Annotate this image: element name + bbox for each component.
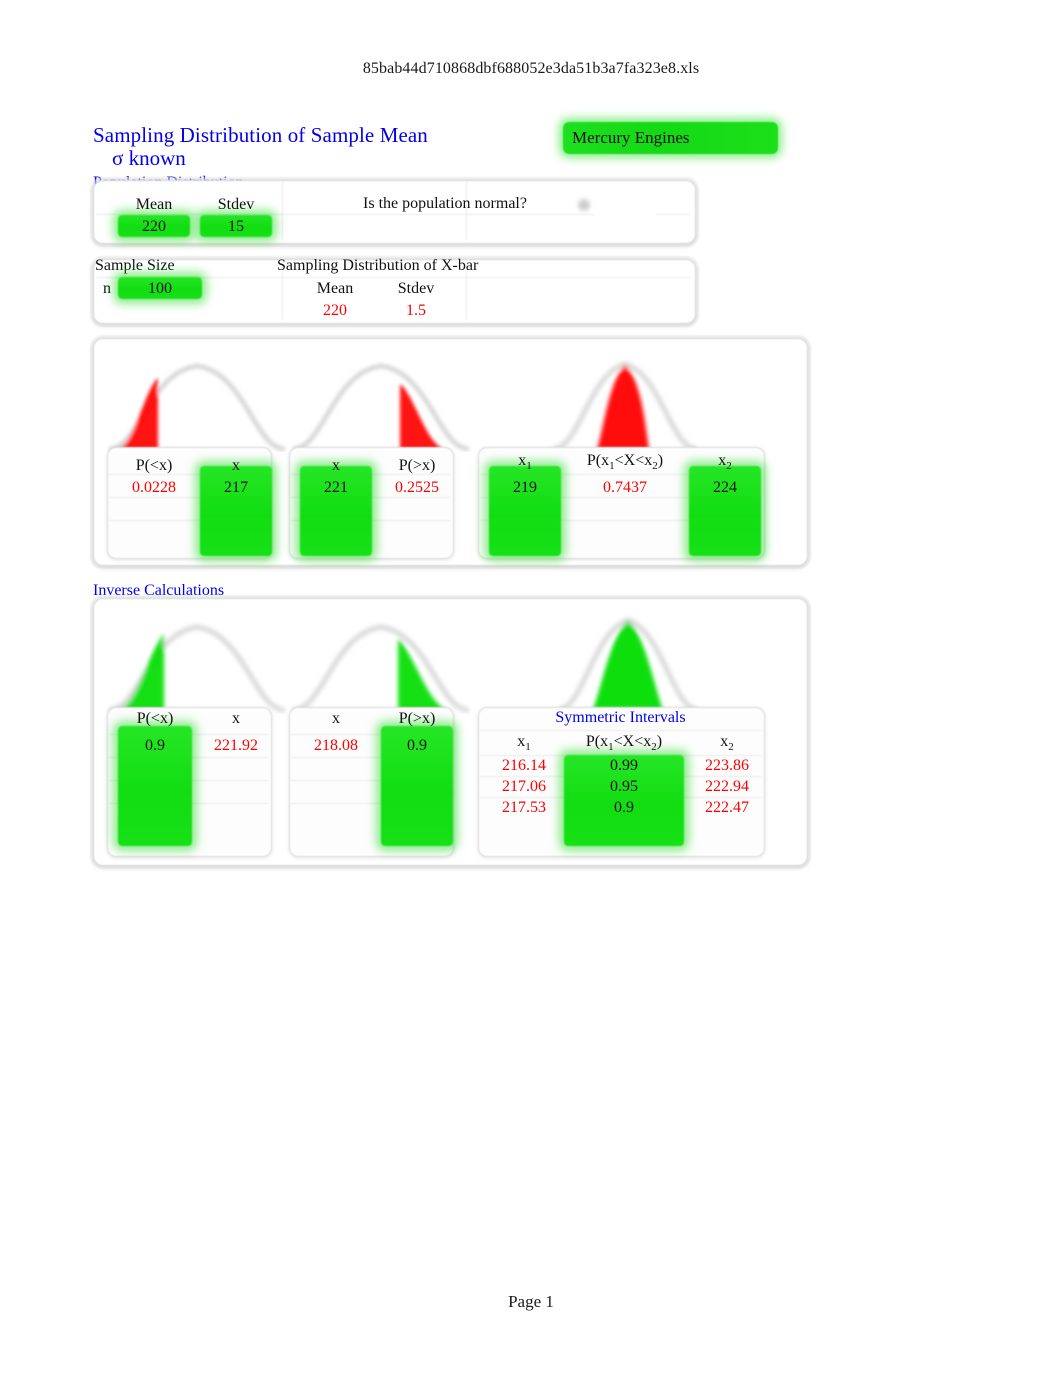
forward-interval-prob-label: P(x1<X<x2)	[570, 453, 680, 472]
panel-gridline	[480, 730, 761, 731]
population-stdev-label: Stdev	[217, 196, 255, 213]
symmetric-x2-label: x2	[692, 734, 762, 753]
document-header-filename: 85bab44d710868dbf688052e3da51b3a7fa323e8…	[362, 60, 700, 77]
forward-left-prob-label: P(<x)	[135, 457, 173, 474]
forward-interval-x2-value: 224	[713, 479, 737, 496]
inverse-middle-prob-value: 0.9	[407, 737, 427, 754]
inverse-symmetric-interval-chart	[553, 608, 703, 714]
prob-pre: P(x	[585, 733, 609, 750]
symmetric-row-x2: 223.86	[705, 757, 749, 774]
symmetric-row-x2: 222.47	[705, 799, 749, 816]
symmetric-row-x2: 222.94	[705, 778, 749, 795]
inverse-left-x-value: 221.92	[214, 737, 258, 754]
page-title: Sampling Distribution of Sample Mean	[93, 123, 428, 147]
name-input-value: Mercury Engines	[572, 128, 690, 147]
population-normal-answer-marker[interactable]	[578, 199, 590, 211]
population-normal-answer-cell[interactable]	[594, 193, 656, 217]
x1-subscript: 1	[526, 460, 532, 473]
xbar-stdev-value: 1.5	[406, 302, 426, 319]
x2-subscript: 2	[728, 741, 734, 754]
symmetric-row-prob[interactable]: 0.99	[564, 758, 684, 774]
xbar-mean-value: 220	[323, 302, 347, 319]
panel-gridline	[282, 182, 283, 240]
inverse-middle-x-value: 218.08	[314, 737, 358, 754]
forward-middle-x-value: 221	[324, 479, 348, 496]
forward-interval-x1-label: x1	[489, 453, 561, 472]
forward-left-x-value: 217	[224, 479, 248, 496]
inverse-middle-x-label: x	[332, 710, 340, 727]
inverse-middle-prob-label: P(>x)	[398, 710, 436, 727]
symmetric-row-x1: 216.14	[502, 757, 546, 774]
sample-size-label: Sample Size	[95, 257, 175, 274]
forward-interval-chart	[545, 352, 705, 452]
xbar-mean-label: Mean	[316, 280, 354, 297]
prob-post: )	[656, 733, 663, 750]
symmetric-intervals-heading: Symmetric Intervals	[555, 709, 686, 726]
inverse-left-prob-value: 0.9	[145, 737, 165, 754]
x2-subscript: 2	[726, 460, 732, 473]
inverse-left-x-label: x	[232, 710, 240, 727]
forward-middle-x-label: x	[332, 457, 340, 474]
forward-right-tail-chart	[288, 352, 474, 452]
symmetric-row-prob[interactable]: 0.95	[564, 779, 684, 795]
prob-post: )	[657, 452, 664, 469]
forward-middle-prob-value: 0.2525	[395, 479, 439, 496]
forward-interval-prob-value: 0.7437	[603, 479, 647, 496]
symmetric-row-prob[interactable]: 0.9	[564, 800, 684, 816]
population-mean-value: 220	[142, 218, 166, 235]
sample-n-label: n	[103, 280, 111, 297]
xbar-stdev-label: Stdev	[397, 280, 435, 297]
symmetric-x1-label: x1	[489, 734, 559, 753]
symmetric-prob-label: P(x1<X<x2)	[564, 734, 684, 753]
inverse-left-tail-chart	[104, 612, 290, 714]
symmetric-row-x1: 217.53	[502, 799, 546, 816]
symmetric-row-x1: 217.06	[502, 778, 546, 795]
forward-interval-x2-label: x2	[689, 453, 761, 472]
document-footer-page-number: Page 1	[508, 1292, 554, 1311]
forward-middle-prob-label: P(>x)	[398, 457, 436, 474]
inverse-right-tail-chart	[288, 612, 474, 714]
forward-left-x-label: x	[232, 457, 240, 474]
population-stdev-value: 15	[228, 218, 244, 235]
xbar-distribution-title: Sampling Distribution of X-bar	[277, 257, 479, 274]
forward-left-tail-chart	[104, 352, 290, 452]
x1-subscript: 1	[525, 741, 531, 754]
forward-interval-x1-value: 219	[513, 479, 537, 496]
population-normal-question: Is the population normal?	[363, 195, 527, 212]
prob-pre: P(x	[586, 452, 610, 469]
prob-mid: <X<x	[614, 452, 653, 469]
forward-left-prob-value: 0.0228	[132, 479, 176, 496]
sample-n-value: 100	[148, 280, 172, 297]
inverse-left-prob-label: P(<x)	[136, 710, 174, 727]
prob-mid: <X<x	[613, 733, 652, 750]
page-subtitle: σ known	[112, 146, 186, 170]
population-mean-label: Mean	[135, 196, 173, 213]
